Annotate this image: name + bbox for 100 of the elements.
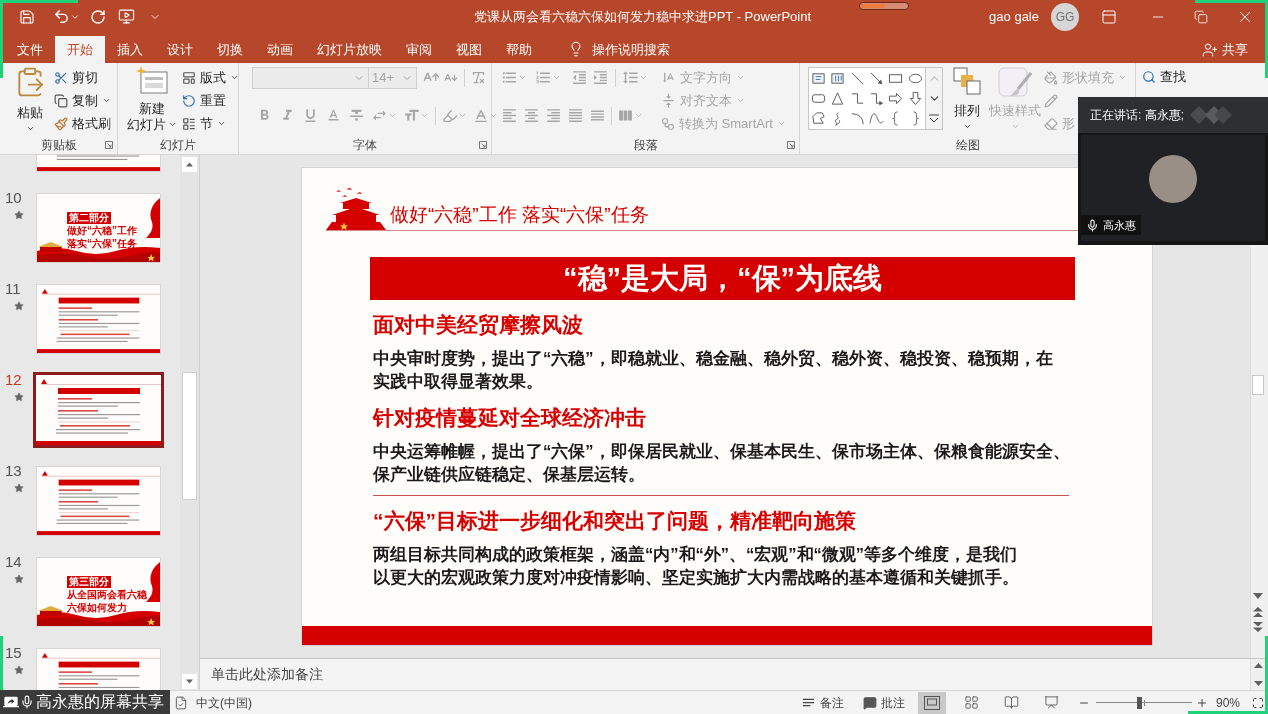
group-label: 剪贴板 bbox=[40, 138, 77, 151]
comments-button[interactable]: 批注 bbox=[862, 695, 905, 710]
dialog-launcher-icon[interactable] bbox=[479, 140, 487, 149]
save-icon[interactable] bbox=[19, 8, 35, 25]
arrange-button[interactable]: 排列 bbox=[949, 67, 985, 136]
caret-icon bbox=[1010, 122, 1020, 131]
new-slide-button[interactable]: 新建 幻灯片 bbox=[126, 66, 178, 136]
window-title: 党课从两会看六稳六保如何发力稳中求进PPT - PowerPoint bbox=[474, 10, 812, 23]
section-button[interactable]: 节 bbox=[180, 112, 228, 135]
scroll-down-arrow[interactable] bbox=[1253, 593, 1263, 599]
line-icon[interactable] bbox=[849, 70, 865, 86]
zoom-slider[interactable] bbox=[1095, 696, 1192, 709]
format-painter-button[interactable]: 格式刷 bbox=[52, 112, 113, 135]
slide-number: 11 bbox=[5, 280, 21, 297]
thumbnail-title: 六保如何发力 bbox=[67, 601, 127, 614]
triangle-icon[interactable] bbox=[830, 91, 846, 106]
copy-icon bbox=[54, 93, 68, 108]
person-plus-icon bbox=[1202, 41, 1218, 58]
ribbon-tab[interactable]: 插入 bbox=[105, 36, 155, 63]
avatar-placeholder bbox=[1149, 155, 1197, 203]
star-icon bbox=[14, 392, 24, 402]
tell-me-search[interactable]: 操作说明搜索 bbox=[592, 36, 670, 63]
share-button[interactable]: 共享 bbox=[1202, 36, 1248, 63]
paste-button[interactable]: 粘贴 bbox=[12, 66, 48, 136]
zoom-in-icon[interactable] bbox=[1195, 696, 1208, 709]
scissors-icon bbox=[54, 70, 68, 85]
scrollbar-thumb[interactable] bbox=[182, 372, 197, 500]
undo-icon[interactable] bbox=[53, 8, 70, 25]
zoom-level[interactable]: 90% bbox=[1215, 696, 1240, 709]
group-label: 字体 bbox=[353, 138, 377, 151]
slide-paragraph: 中央审时度势，提出了“六稳”，即稳就业、稳金融、稳外贸、稳外资、稳投资、稳预期，在实践中取得显著效果。 bbox=[373, 348, 1054, 392]
text-direction-icon bbox=[661, 70, 676, 85]
caret-icon bbox=[776, 119, 786, 128]
layout-button[interactable]: 版式 bbox=[180, 66, 241, 89]
monitor-play-icon[interactable] bbox=[118, 8, 135, 25]
zoom-slider-thumb[interactable] bbox=[1137, 696, 1143, 709]
fit-to-window-icon[interactable] bbox=[1252, 696, 1264, 709]
connected-nodes-icon bbox=[661, 116, 675, 131]
panel-icon[interactable] bbox=[1101, 8, 1117, 25]
microphone-icon bbox=[1086, 218, 1099, 232]
slide-thumbnail[interactable]: 第二部分 做好“六稳”工作 落实“六保”任务 bbox=[36, 193, 161, 263]
slide-banner: “稳”是大局，“保”为底线 bbox=[370, 257, 1075, 300]
elbow-arrow-icon[interactable] bbox=[869, 91, 885, 106]
ribbon-tab[interactable]: 审阅 bbox=[394, 36, 444, 63]
dialog-launcher-icon[interactable] bbox=[105, 140, 113, 149]
scrollbar-thumb[interactable] bbox=[1252, 375, 1264, 395]
toolbar-handle[interactable] bbox=[859, 2, 910, 10]
speech-bubble-icon bbox=[862, 695, 877, 710]
ribbon-tab[interactable]: 视图 bbox=[444, 36, 494, 63]
slide-thumbnail[interactable] bbox=[33, 372, 164, 448]
scroll-up-arrow[interactable] bbox=[1253, 663, 1263, 668]
scroll-down-arrow[interactable] bbox=[1253, 681, 1263, 686]
ribbon-tab[interactable]: 文件 bbox=[5, 36, 55, 63]
find-button[interactable]: 查找 bbox=[1140, 65, 1188, 88]
user-avatar[interactable]: GG bbox=[1051, 2, 1079, 31]
ribbon-tab[interactable]: 开始 bbox=[55, 36, 105, 63]
document-check-icon[interactable] bbox=[174, 695, 188, 710]
ribbon-tab[interactable]: 切换 bbox=[205, 36, 255, 63]
caret-icon bbox=[230, 73, 239, 82]
normal-view-icon bbox=[923, 695, 940, 710]
dialog-launcher-icon[interactable] bbox=[787, 140, 795, 149]
elbow-connector-icon[interactable] bbox=[849, 91, 865, 106]
group-label: 幻灯片 bbox=[160, 138, 196, 151]
freeform-icon[interactable] bbox=[811, 111, 827, 127]
participant-name: 高永惠 bbox=[1103, 219, 1136, 231]
right-arrow-icon[interactable] bbox=[888, 91, 904, 106]
text-box-icon[interactable] bbox=[811, 70, 827, 86]
section-tag: 第三部分 bbox=[67, 575, 111, 588]
copy-button[interactable]: 复制 bbox=[52, 89, 113, 112]
section-icon bbox=[182, 116, 196, 131]
slide-paragraph: 两组目标共同构成的政策框架，涵盖“内”和“外”、“宏观”和“微观”等多个维度，是我们以更大的宏观政策力度对冲疫情影响、坚定实施扩大内需战略的基本遵循和关键抓手。 bbox=[373, 544, 1020, 588]
flag-drawing bbox=[146, 562, 160, 602]
restore-icon[interactable] bbox=[1194, 9, 1208, 24]
language-indicator[interactable]: 中文(中国) bbox=[196, 696, 252, 709]
rounded-rectangle-icon[interactable] bbox=[811, 91, 827, 106]
arrow-line-icon[interactable] bbox=[869, 70, 885, 86]
diamonds-icon bbox=[1190, 106, 1232, 124]
ribbon-tab[interactable]: 帮助 bbox=[494, 36, 544, 63]
down-arrow-icon[interactable] bbox=[907, 91, 923, 106]
slide-number: 15 bbox=[5, 644, 22, 661]
previous-slide-icon[interactable] bbox=[1253, 607, 1263, 617]
reset-button[interactable]: 重置 bbox=[180, 89, 228, 112]
cut-button[interactable]: 剪切 bbox=[52, 66, 100, 89]
redo-icon[interactable] bbox=[90, 8, 106, 25]
notes-field[interactable]: 单击此处添加备注 bbox=[200, 659, 1250, 690]
arc-icon[interactable] bbox=[849, 111, 865, 127]
ribbon-tab[interactable]: 幻灯片放映 bbox=[305, 36, 394, 63]
slide-heading: 针对疫情蔓延对全球经济冲击 bbox=[373, 405, 646, 431]
ribbon-tab[interactable]: 设计 bbox=[155, 36, 205, 63]
layout-icon bbox=[182, 70, 196, 85]
ribbon-tab[interactable]: 动画 bbox=[255, 36, 305, 63]
search-icon bbox=[1142, 69, 1156, 84]
section-tag: 第二部分 bbox=[67, 211, 111, 224]
group-label: 绘图 bbox=[955, 138, 980, 151]
slide-thumbnail[interactable]: 第三部分 从全国两会看六稳 六保如何发力 bbox=[36, 557, 161, 627]
next-slide-icon[interactable] bbox=[1253, 622, 1263, 632]
vertical-text-box-icon[interactable] bbox=[830, 70, 846, 86]
view-button[interactable] bbox=[917, 691, 946, 714]
notes-button[interactable]: 备注 bbox=[800, 695, 844, 710]
screen-share-icon bbox=[3, 694, 19, 710]
